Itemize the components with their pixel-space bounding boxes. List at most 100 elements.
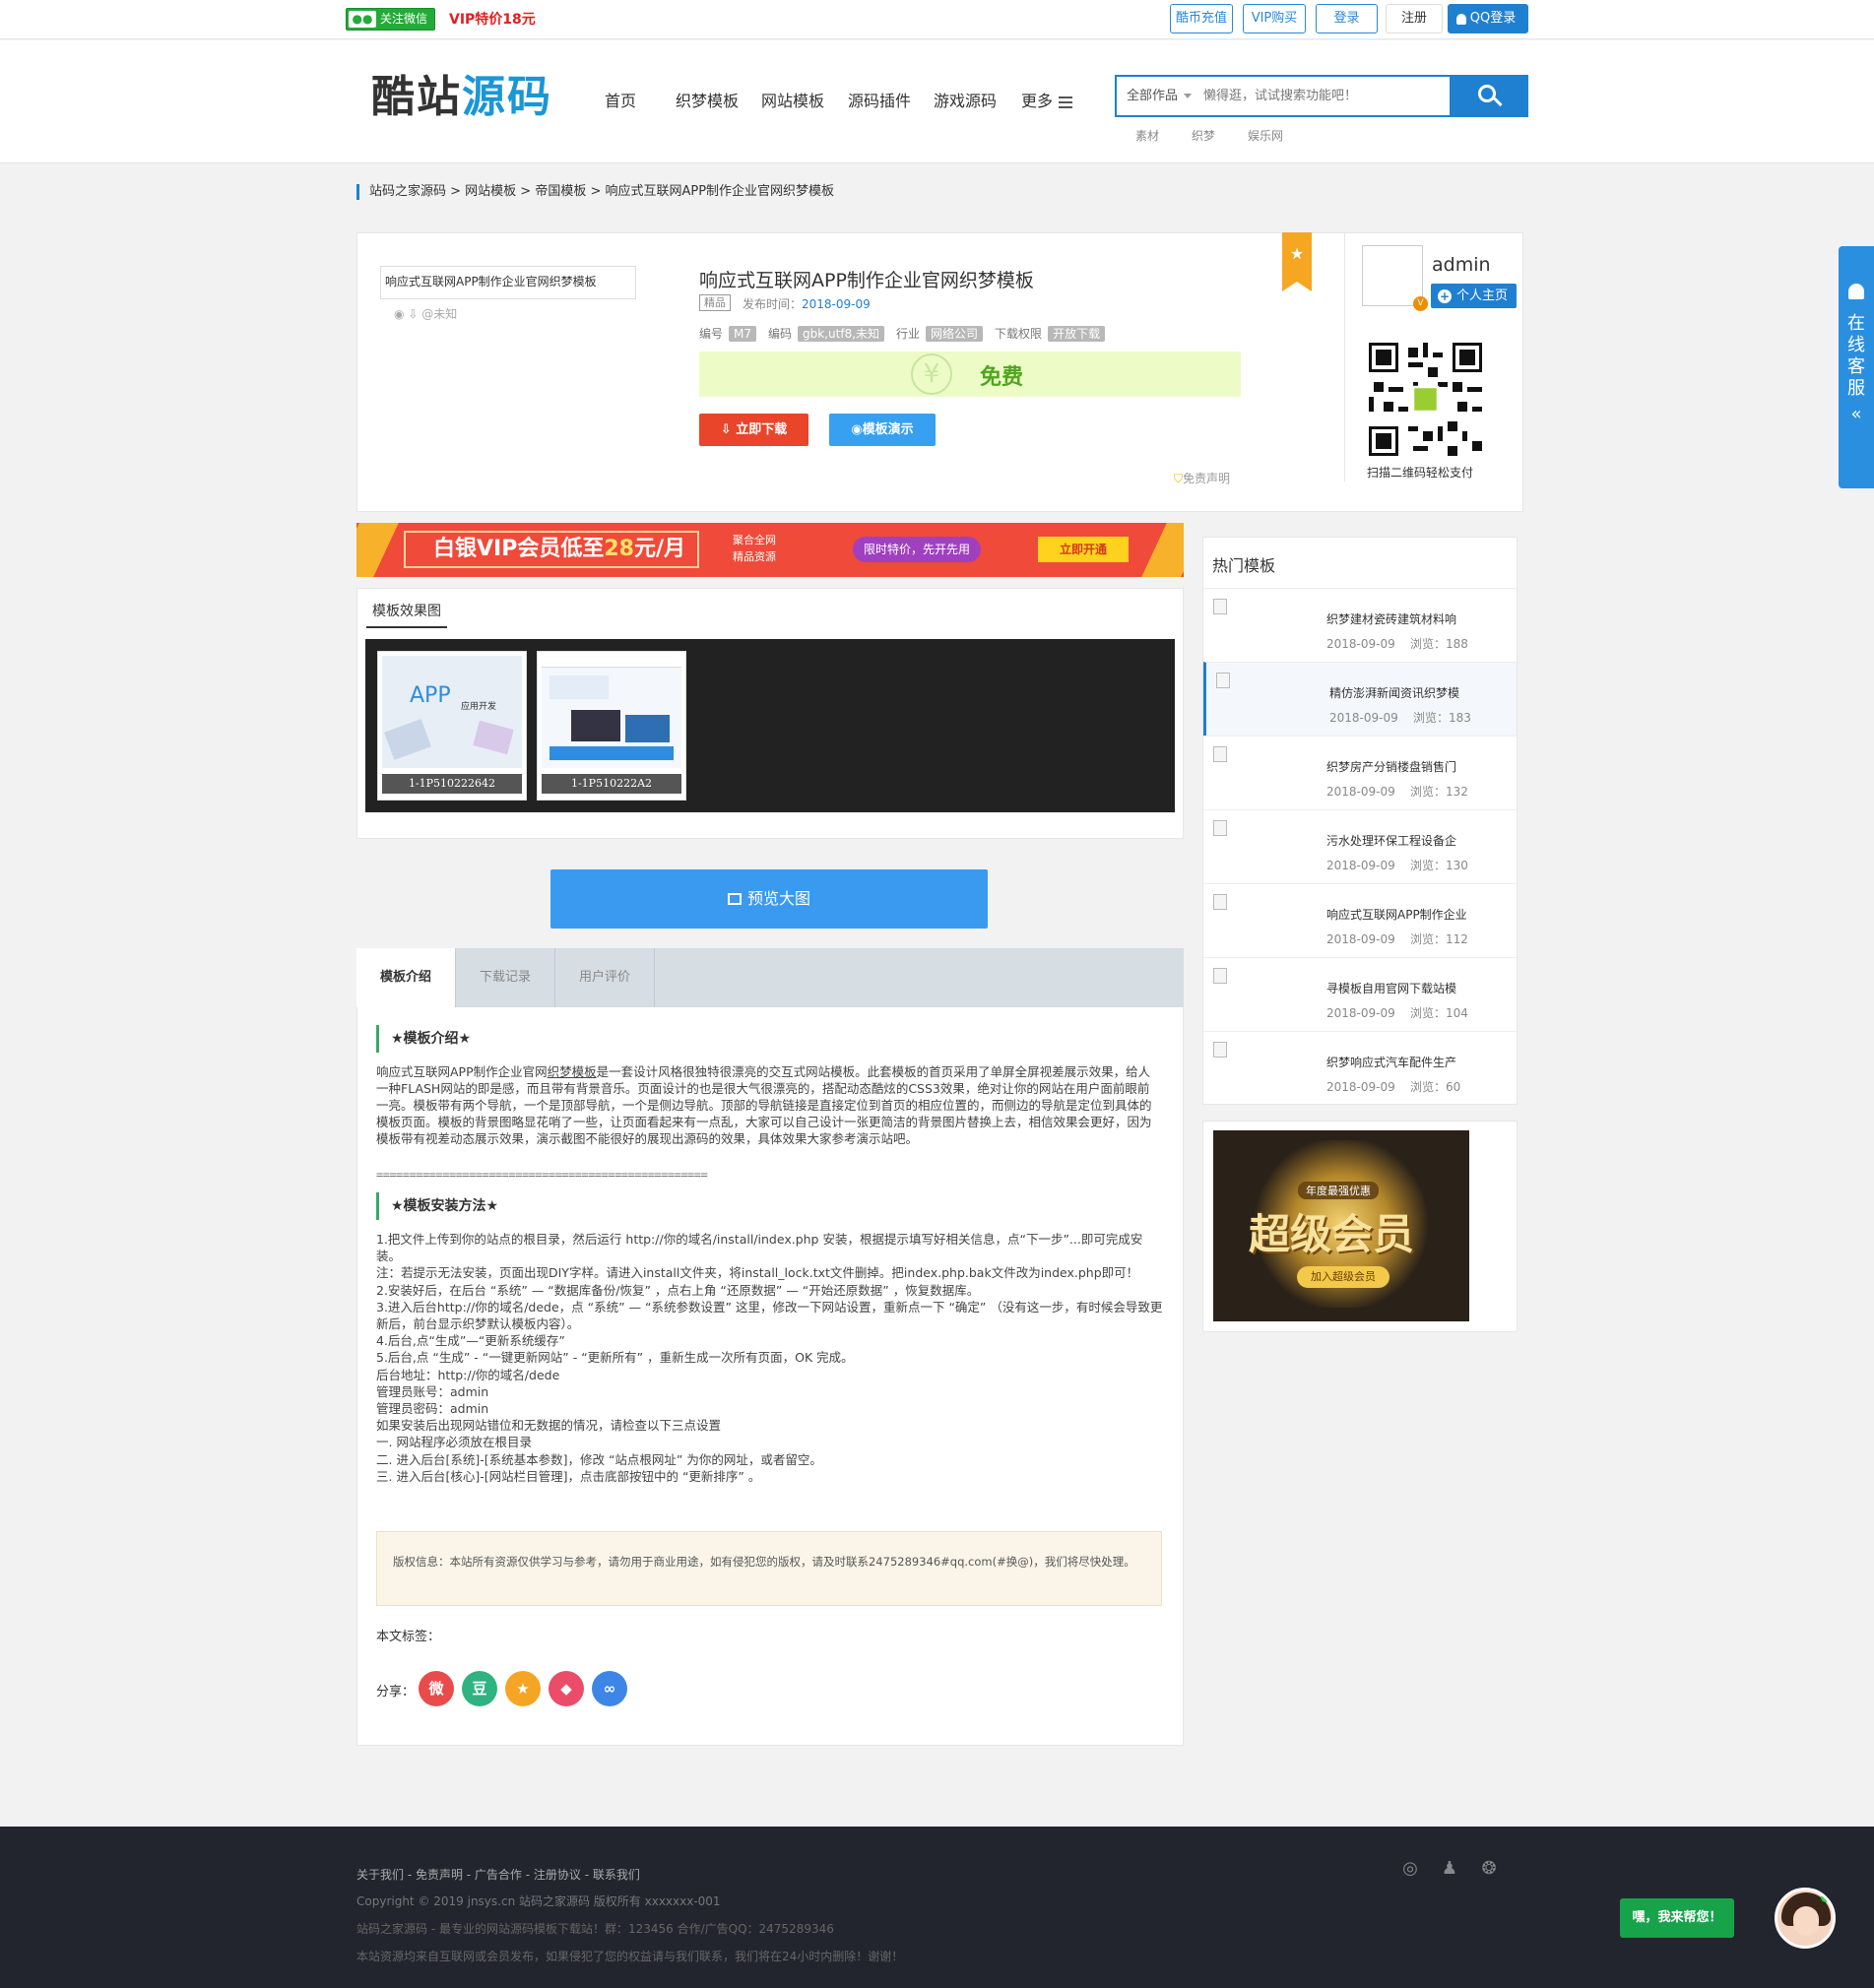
nav-game-source[interactable]: 游戏源码 <box>934 88 997 111</box>
hot-item-meta: 2018-09-09 浏览：104 <box>1326 1004 1468 1021</box>
vip-buy-button[interactable]: VIP购买 <box>1243 4 1306 33</box>
hot-item[interactable]: 织梦建材瓷砖建筑材料响 2018-09-09 浏览：188 <box>1203 588 1517 662</box>
qzone-share-icon[interactable]: ★ <box>505 1671 541 1706</box>
install-step: 1.把文件上传到你的站点的根目录，然后运行 http://你的域名/instal… <box>376 1232 1143 1264</box>
gallery-tab[interactable]: 模板效果图 <box>366 601 447 628</box>
disclaimer-link[interactable]: ⛉免责声明 <box>1174 470 1230 486</box>
footer <box>0 1827 1874 1988</box>
intro-inline-link[interactable]: 织梦模板 <box>548 1064 597 1079</box>
hot-keyword[interactable]: 素材 <box>1135 127 1159 144</box>
hot-item-views: 浏览：130 <box>1410 859 1468 872</box>
nav-more[interactable]: 更多 <box>1021 88 1073 111</box>
author-home-button[interactable]: + 个人主页 <box>1431 284 1517 308</box>
qr-caption: 扫描二维码轻松支付 <box>1367 466 1474 480</box>
search-button[interactable] <box>1450 75 1528 117</box>
hot-item[interactable]: 污水处理环保工程设备企 2018-09-09 浏览：130 <box>1203 809 1517 883</box>
qq-login-button[interactable]: QQ登录 <box>1448 4 1528 33</box>
author-home-label: 个人主页 <box>1456 289 1509 303</box>
vip-banner[interactable]: 白银VIP会员低至28元/月 聚合全网 精品资源 限时特价，先开先用 立即开通 <box>356 523 1184 577</box>
support-avatar[interactable] <box>1775 1888 1836 1949</box>
nav-home[interactable]: 首页 <box>605 88 636 111</box>
gallery-thumb[interactable]: 1-1P510222A2 <box>537 651 686 801</box>
attr-value: gbk,utf8,未知 <box>798 326 885 342</box>
hot-item-date: 2018-09-09 <box>1326 1006 1395 1020</box>
search-category-select[interactable]: 全部作品 <box>1127 77 1193 115</box>
register-button[interactable]: 注册 <box>1386 4 1443 33</box>
supervip-banner[interactable]: 年度最强优惠 超级会员 加入超级会员 <box>1213 1130 1469 1321</box>
broken-image-icon <box>1213 820 1227 836</box>
hot-item-title: 精仿澎湃新闻资讯织梦模 <box>1329 686 1460 700</box>
online-service-float[interactable]: 在线客服 « <box>1839 246 1874 488</box>
gallery-shape <box>571 710 620 741</box>
nav-website-templates[interactable]: 网站模板 <box>761 88 824 111</box>
demo-button[interactable]: ◉模板演示 <box>829 414 936 446</box>
wechat-follow-button[interactable]: ●● 关注微信 <box>346 8 435 31</box>
weibo-share-icon[interactable]: 微 <box>419 1671 454 1706</box>
vip-promo-link[interactable]: VIP特价18元 <box>449 9 536 29</box>
hot-item-title: 响应式互联网APP制作企业 <box>1326 908 1467 922</box>
broken-image-icon <box>1213 599 1227 614</box>
pocket-share-icon[interactable]: ◆ <box>549 1671 584 1706</box>
hot-item[interactable]: 精仿澎湃新闻资讯织梦模 2018-09-09 浏览：183 <box>1203 662 1517 736</box>
broken-image-icon <box>1213 968 1227 984</box>
product-thumbnail[interactable]: 响应式互联网APP制作企业官网织梦模板 <box>380 266 636 299</box>
search-icon-handle <box>1493 96 1503 107</box>
author-avatar[interactable]: V <box>1362 245 1428 311</box>
footer-links[interactable]: 关于我们 - 免责声明 - 广告合作 - 注册协议 - 联系我们 <box>356 1866 640 1883</box>
premium-badge: 精品 <box>699 294 731 311</box>
author-name[interactable]: admin <box>1432 254 1491 276</box>
tab-introduction[interactable]: 模板介绍 <box>356 948 456 1007</box>
qq-icon[interactable]: ♟ <box>1438 1859 1461 1879</box>
vip-banner-text-a: 白银VIP会员低至 <box>433 537 605 561</box>
download-button[interactable]: ⇩ 立即下载 <box>699 414 808 446</box>
download-icon: ⇩ <box>720 422 737 437</box>
vip-banner-text-c: 元/月 <box>633 537 686 561</box>
tab-user-reviews[interactable]: 用户评价 <box>555 948 655 1007</box>
help-bubble[interactable]: 嘿，我来帮您！ <box>1620 1898 1734 1938</box>
douban-share-icon[interactable]: 豆 <box>462 1671 497 1706</box>
wechat-icon[interactable]: ❂ <box>1477 1859 1501 1879</box>
image-icon <box>727 893 742 905</box>
nav-source-plugins[interactable]: 源码插件 <box>848 88 911 111</box>
broken-image-icon <box>1213 894 1227 910</box>
search-input[interactable]: 懒得逛，试试搜索功能吧！ <box>1203 77 1357 115</box>
hot-item[interactable]: 寻模板自用官网下载站模 2018-09-09 浏览：104 <box>1203 957 1517 1031</box>
site-logo[interactable]: 酷站源码 <box>371 70 552 125</box>
hot-item-meta: 2018-09-09 浏览：112 <box>1326 930 1468 947</box>
weibo-icon[interactable]: ◎ <box>1398 1859 1422 1879</box>
tags-label: 本文标签： <box>376 1630 441 1644</box>
intro-paragraph: 响应式互联网APP制作企业官网织梦模板是一套设计风格很独特很漂亮的交互式网站模板… <box>376 1063 1160 1147</box>
breadcrumb[interactable]: 站码之家源码 > 网站模板 > 帝国模板 > 响应式互联网APP制作企业官网织梦… <box>356 184 834 200</box>
search-bar: 全部作品 懒得逛，试试搜索功能吧！ <box>1115 75 1528 117</box>
hot-item-title: 织梦建材瓷砖建筑材料响 <box>1326 612 1457 626</box>
install-step: 2.安装好后，在后台 “系统” — “数据库备份/恢复” ，点右上角 “还原数据… <box>376 1282 980 1298</box>
gallery-thumb[interactable]: APP 应用开发 1-1P510222642 <box>377 651 527 801</box>
qq-login-label: QQ登录 <box>1469 11 1517 26</box>
gallery-shape <box>549 746 674 760</box>
recharge-button[interactable]: 酷币充值 <box>1170 4 1233 33</box>
login-button[interactable]: 登录 <box>1316 4 1378 33</box>
hot-keyword[interactable]: 娱乐网 <box>1248 127 1283 144</box>
online-status-icon <box>1821 1892 1831 1902</box>
hot-item-title: 织梦房产分销楼盘销售门 <box>1326 760 1457 774</box>
verified-icon: V <box>1413 296 1428 311</box>
nav-dede-templates[interactable]: 织梦模板 <box>676 88 739 111</box>
preview-large-button[interactable]: 预览大图 <box>550 869 988 929</box>
product-stats-value: @未知 <box>421 307 458 321</box>
qr-code-icon <box>1364 338 1487 461</box>
demo-label: 模板演示 <box>862 422 914 437</box>
tab-download-records[interactable]: 下载记录 <box>456 948 555 1007</box>
hot-keyword[interactable]: 织梦 <box>1192 127 1215 144</box>
supervip-join-button[interactable]: 加入超级会员 <box>1297 1266 1389 1288</box>
hot-item[interactable]: 响应式互联网APP制作企业 2018-09-09 浏览：112 <box>1203 883 1517 957</box>
preview-large-label: 预览大图 <box>746 889 810 908</box>
qq-icon <box>1848 284 1864 299</box>
download-label: 立即下载 <box>736 422 788 437</box>
install-step: 5.后台,点 “生成” - “一键更新网站” - “更新所有” ，重新生成一次所… <box>376 1350 854 1366</box>
hot-item[interactable]: 织梦房产分销楼盘销售门 2018-09-09 浏览：132 <box>1203 736 1517 809</box>
avatar-face <box>1793 1906 1819 1936</box>
vip-open-button[interactable]: 立即开通 <box>1038 537 1129 562</box>
hot-item[interactable]: 织梦响应式汽车配件生产 2018-09-09 浏览：60 <box>1203 1031 1517 1105</box>
caret-down-icon <box>1184 94 1193 98</box>
link-share-icon[interactable]: ∞ <box>592 1671 627 1706</box>
